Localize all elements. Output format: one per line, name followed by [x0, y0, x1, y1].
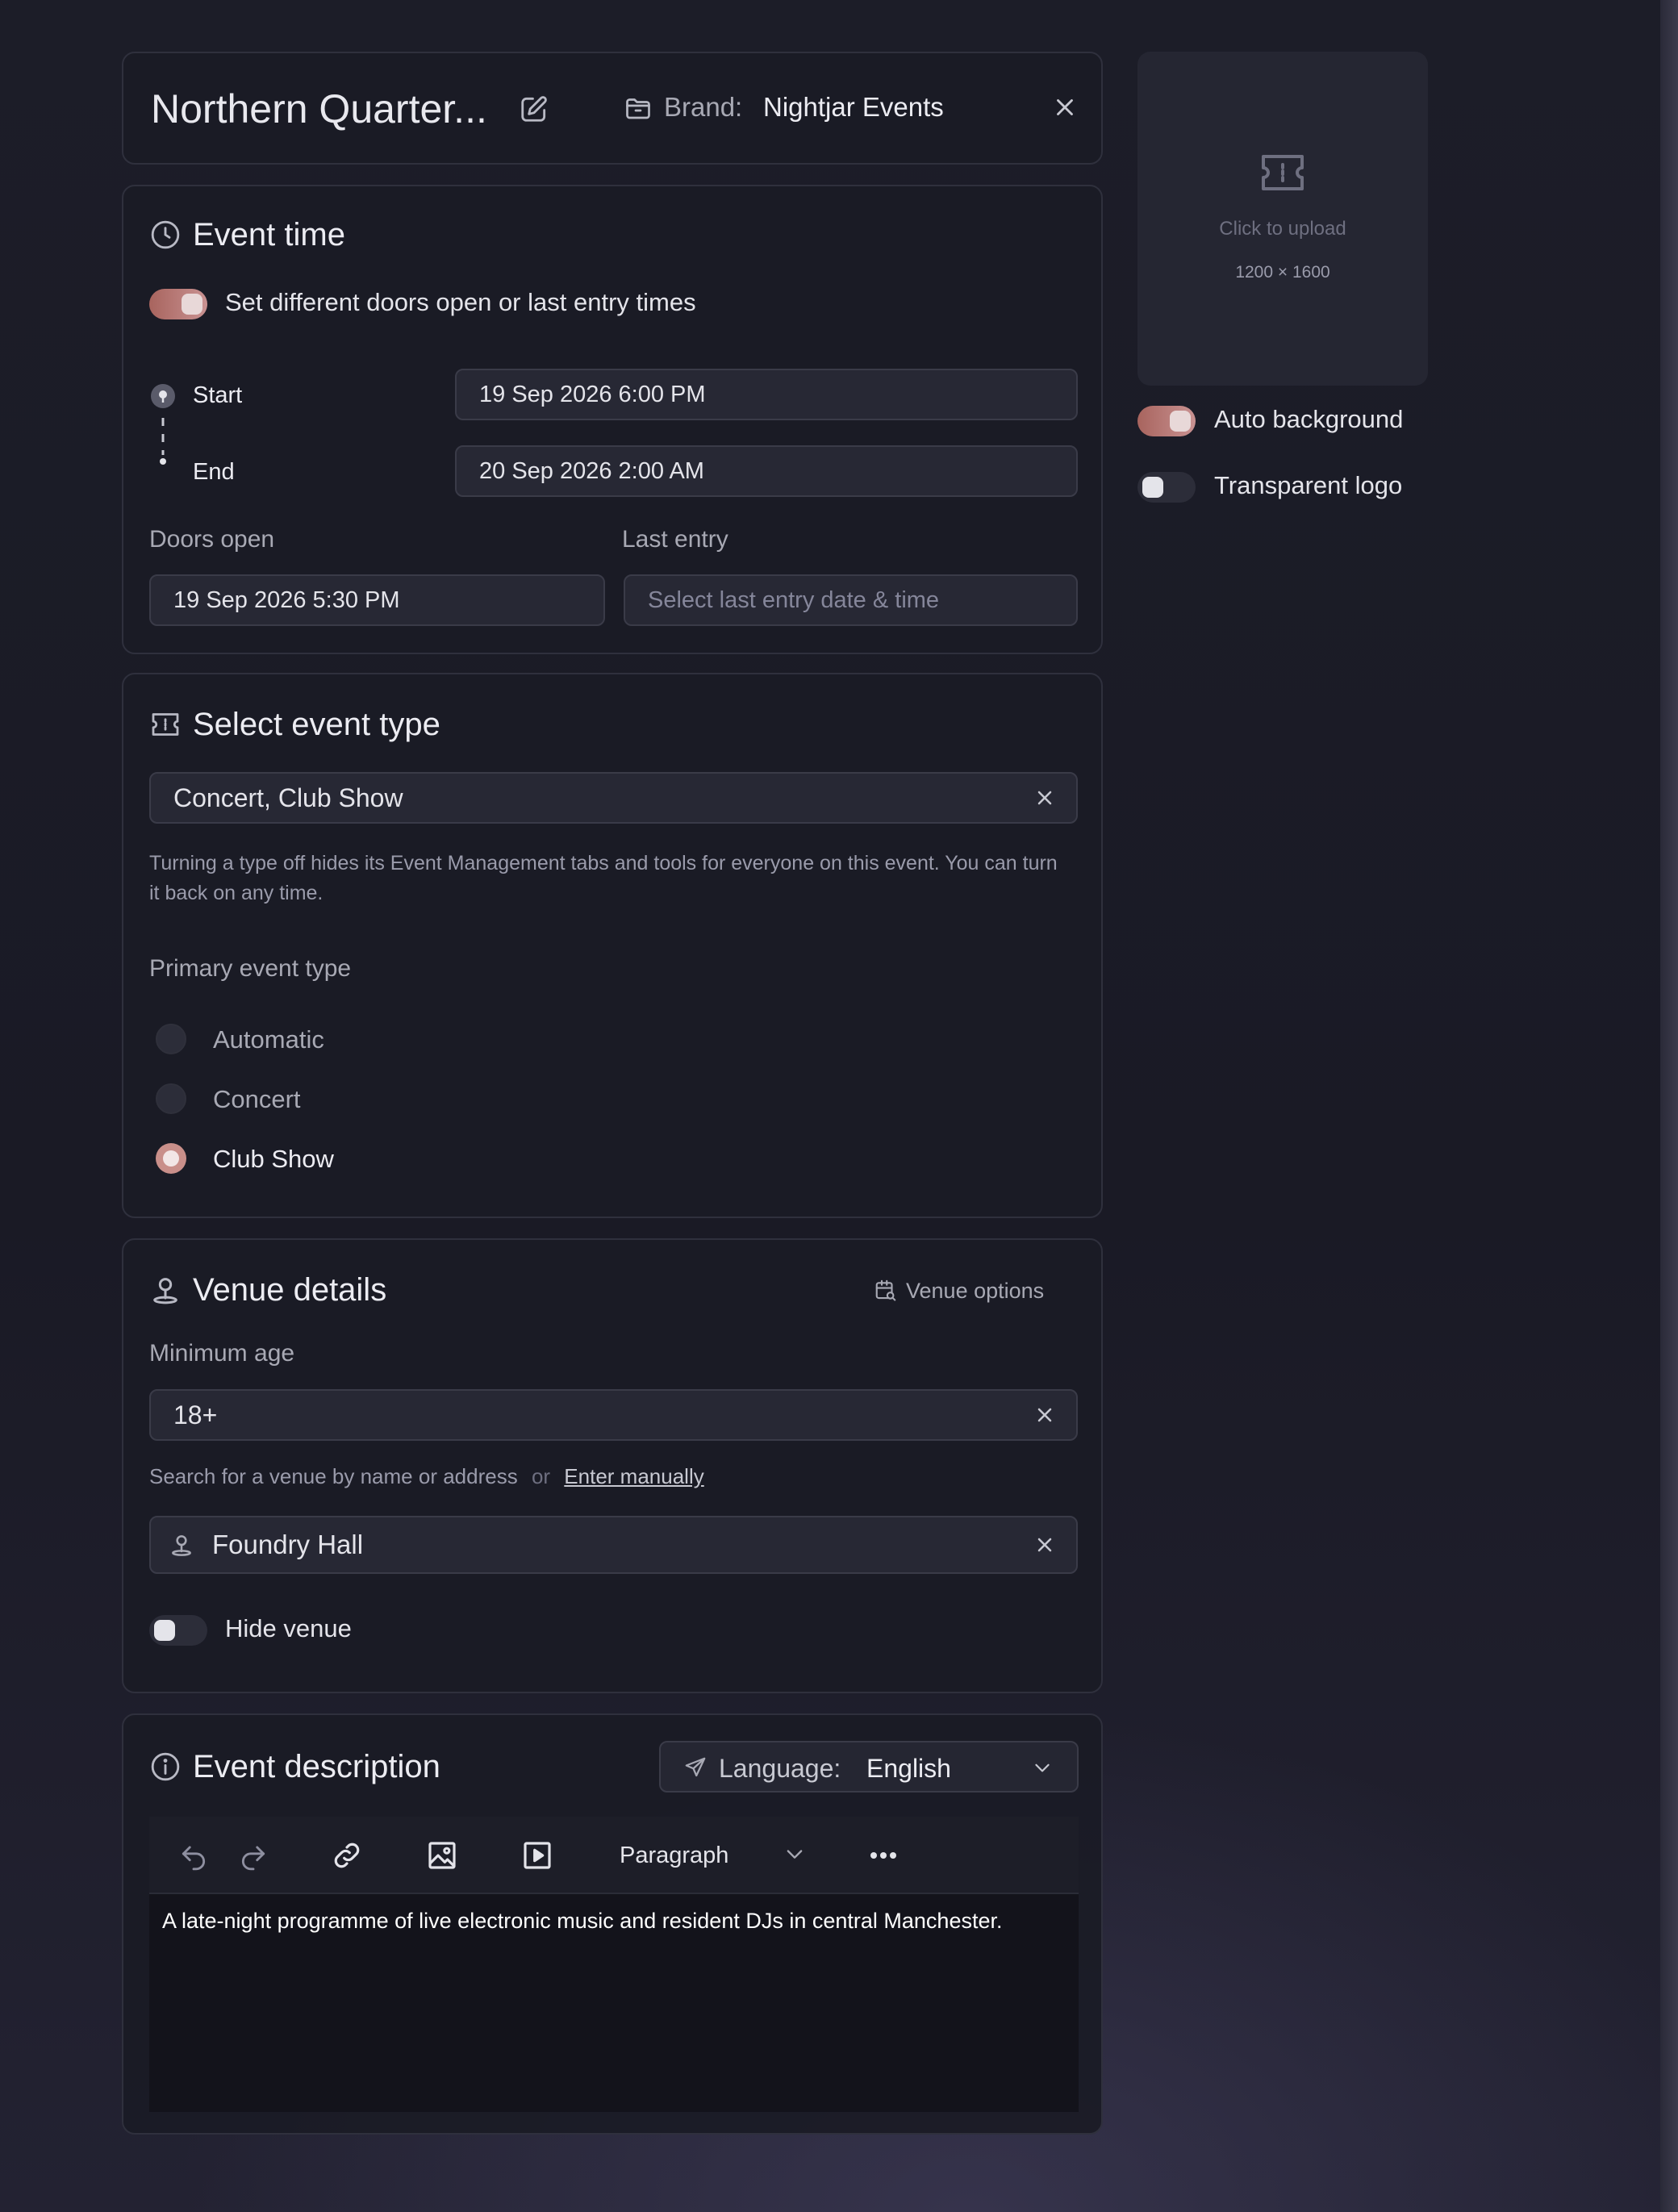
- brand-label: Brand:: [664, 92, 743, 122]
- header-card: Northern Quarter... Brand: Nightjar Even…: [122, 52, 1103, 165]
- venue-search-hint-row: Search for a venue by name or address or…: [149, 1464, 704, 1489]
- close-icon[interactable]: [1051, 94, 1079, 121]
- language-label: Language:: [719, 1754, 841, 1783]
- different-times-label: Set different doors open or last entry t…: [225, 288, 696, 316]
- last-entry-input[interactable]: Select last entry date & time: [624, 574, 1078, 626]
- location-pin-icon: [169, 1532, 194, 1558]
- location-pin-icon: [149, 1274, 182, 1306]
- hide-venue-toggle[interactable]: [149, 1615, 207, 1646]
- transparent-logo-toggle[interactable]: [1137, 472, 1196, 503]
- clear-icon[interactable]: [1033, 787, 1056, 809]
- venue-search-hint: Search for a venue by name or address: [149, 1464, 518, 1488]
- hide-venue-label: Hide venue: [225, 1614, 352, 1642]
- image-upload-area[interactable]: Click to upload 1200 × 1600: [1137, 52, 1428, 386]
- chevron-down-icon[interactable]: [783, 1843, 806, 1865]
- block-format-select[interactable]: Paragraph: [620, 1843, 728, 1869]
- redo-icon[interactable]: [238, 1841, 269, 1872]
- radio-label-concert: Concert: [213, 1085, 301, 1113]
- transparent-logo-label: Transparent logo: [1214, 471, 1403, 499]
- doors-open-label: Doors open: [149, 526, 275, 553]
- undo-icon[interactable]: [178, 1841, 209, 1872]
- end-label: End: [193, 459, 235, 485]
- doors-open-input[interactable]: 19 Sep 2026 5:30 PM: [149, 574, 605, 626]
- clear-icon[interactable]: [1033, 1534, 1056, 1556]
- edit-icon[interactable]: [519, 94, 549, 124]
- rich-text-editor: Paragraph A late-night programme of live…: [149, 1817, 1079, 2112]
- venue-options-button[interactable]: Venue options: [874, 1272, 1067, 1309]
- description-card: Event description Language: English Para…: [122, 1713, 1103, 2135]
- venue-search-input[interactable]: Foundry Hall: [149, 1516, 1078, 1574]
- enter-manually-link[interactable]: Enter manually: [564, 1464, 703, 1488]
- link-icon[interactable]: [331, 1839, 363, 1872]
- min-age-label: Minimum age: [149, 1340, 295, 1367]
- more-icon[interactable]: [867, 1841, 900, 1870]
- timeline-connector: [160, 416, 166, 465]
- language-select[interactable]: Language: English: [659, 1741, 1079, 1793]
- venue-value: Foundry Hall: [212, 1530, 364, 1559]
- upload-dimensions: 1200 × 1600: [1235, 263, 1330, 282]
- radio-concert[interactable]: [156, 1083, 186, 1114]
- radio-club-show[interactable]: [156, 1143, 186, 1174]
- upload-hint: Click to upload: [1219, 218, 1346, 240]
- description-title: Event description: [193, 1749, 440, 1784]
- language-value: English: [866, 1754, 951, 1783]
- ticket-icon: [1257, 150, 1309, 195]
- start-pin-icon: [149, 382, 177, 410]
- brand-icon: [624, 94, 653, 123]
- primary-type-label: Primary event type: [149, 955, 352, 982]
- min-age-value: 18+: [173, 1400, 218, 1429]
- event-type-value: Concert, Club Show: [173, 783, 403, 812]
- brand-value[interactable]: Nightjar Events: [763, 92, 944, 123]
- editor-content[interactable]: A late-night programme of live electroni…: [162, 1909, 1066, 1934]
- window-edge: [1660, 0, 1678, 2212]
- start-datetime-input[interactable]: 19 Sep 2026 6:00 PM: [455, 369, 1078, 420]
- radio-label-automatic: Automatic: [213, 1025, 324, 1054]
- editor-toolbar: Paragraph: [149, 1817, 1079, 1894]
- event-time-title: Event time: [193, 217, 345, 253]
- event-type-card: Select event type Concert, Club Show Tur…: [122, 673, 1103, 1218]
- video-icon[interactable]: [521, 1839, 553, 1872]
- end-datetime-input[interactable]: 20 Sep 2026 2:00 AM: [455, 445, 1078, 497]
- or-text: or: [531, 1464, 551, 1488]
- calendar-search-icon: [874, 1278, 898, 1302]
- event-title[interactable]: Northern Quarter...: [151, 86, 487, 132]
- venue-title: Venue details: [193, 1272, 387, 1308]
- clear-icon[interactable]: [1033, 1404, 1056, 1426]
- event-time-card: Event time Set different doors open or l…: [122, 185, 1103, 654]
- clock-icon: [149, 219, 182, 251]
- different-times-toggle[interactable]: [149, 289, 207, 319]
- info-icon: [149, 1751, 182, 1783]
- radio-automatic[interactable]: [156, 1024, 186, 1054]
- ticket-icon: [149, 710, 182, 739]
- auto-background-label: Auto background: [1214, 405, 1404, 433]
- send-icon: [683, 1755, 708, 1780]
- auto-background-toggle[interactable]: [1137, 406, 1196, 436]
- radio-label-club-show: Club Show: [213, 1145, 334, 1173]
- event-type-helper: Turning a type off hides its Event Manag…: [149, 852, 1058, 904]
- event-type-title: Select event type: [193, 707, 440, 742]
- chevron-down-icon: [1032, 1757, 1053, 1778]
- min-age-select[interactable]: 18+: [149, 1389, 1078, 1441]
- last-entry-label: Last entry: [622, 526, 728, 553]
- venue-card: Venue details Venue options Minimum age …: [122, 1238, 1103, 1693]
- venue-options-label: Venue options: [906, 1279, 1045, 1303]
- start-label: Start: [193, 382, 243, 408]
- image-icon[interactable]: [426, 1839, 458, 1872]
- event-type-select[interactable]: Concert, Club Show: [149, 772, 1078, 824]
